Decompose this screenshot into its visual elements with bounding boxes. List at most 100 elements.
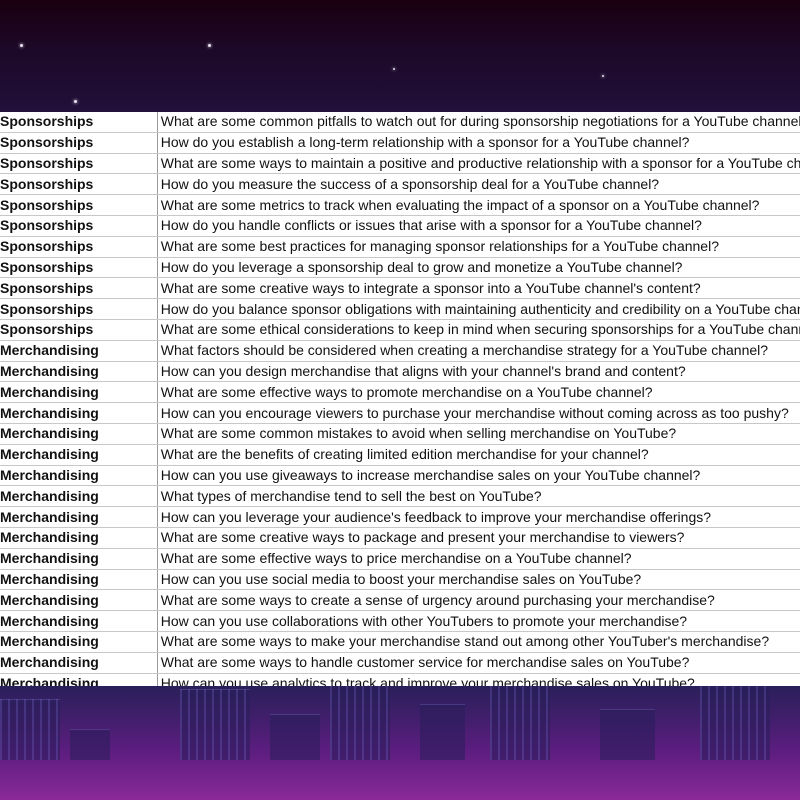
building-silhouette [420, 704, 465, 760]
building-silhouette [70, 729, 110, 760]
question-cell[interactable]: What are some common pitfalls to watch o… [157, 112, 800, 133]
question-cell[interactable]: What are the benefits of creating limite… [157, 444, 800, 466]
category-cell[interactable]: Sponsorships [0, 112, 158, 133]
question-cell[interactable]: What are some metrics to track when eval… [157, 194, 800, 216]
category-cell[interactable]: Sponsorships [0, 257, 158, 279]
table-row: Merchandising What are some common mistak… [0, 423, 800, 445]
building-silhouette [700, 686, 770, 760]
table-row: Sponsorships What are some common pitfall… [0, 112, 800, 133]
category-cell[interactable]: Merchandising [0, 506, 158, 528]
category-cell[interactable]: Merchandising [0, 485, 158, 508]
category-cell[interactable]: Sponsorships [0, 215, 158, 237]
table-row: Merchandising What are some ways to make … [0, 631, 800, 653]
question-cell[interactable]: What are some creative ways to package a… [157, 527, 800, 549]
table-row: Merchandising How can you use analytics t… [0, 673, 800, 686]
category-cell[interactable]: Sponsorships [0, 173, 158, 196]
question-cell[interactable]: What are some ways to make your merchand… [157, 631, 800, 653]
question-cell[interactable]: What are some ways to maintain a positiv… [157, 153, 800, 175]
table-row: Sponsorships What are some ethical consid… [0, 319, 800, 341]
table-row: Merchandising What are some ways to creat… [0, 589, 800, 612]
question-cell[interactable]: How can you use social media to boost yo… [157, 569, 800, 591]
table-row: Merchandising What factors should be cons… [0, 340, 800, 362]
category-cell[interactable]: Merchandising [0, 444, 158, 466]
category-cell[interactable]: Merchandising [0, 631, 158, 653]
question-cell[interactable]: How can you use collaborations with othe… [157, 610, 800, 632]
table-row: Sponsorships How do you handle conflicts … [0, 215, 800, 237]
table-row: Merchandising How can you design merchand… [0, 361, 800, 383]
table-row: Sponsorships What are some metrics to tra… [0, 194, 800, 216]
question-cell[interactable]: How can you use analytics to track and i… [157, 673, 800, 686]
category-cell[interactable]: Merchandising [0, 381, 158, 404]
spreadsheet-grid[interactable]: Sponsorships What are some common pitfall… [0, 112, 800, 686]
question-cell[interactable]: What are some creative ways to integrate… [157, 277, 800, 300]
question-cell[interactable]: What are some effective ways to price me… [157, 548, 800, 570]
category-cell[interactable]: Sponsorships [0, 132, 158, 154]
category-cell[interactable]: Sponsorships [0, 236, 158, 258]
table-row: Merchandising What are the benefits of cr… [0, 444, 800, 466]
star-icon [74, 100, 77, 103]
table-row: Sponsorships How do you leverage a sponso… [0, 257, 800, 279]
table-row: Sponsorships What are some ways to mainta… [0, 153, 800, 175]
table-row: Sponsorships How do you establish a long-… [0, 132, 800, 154]
category-cell[interactable]: Sponsorships [0, 194, 158, 216]
building-silhouette [600, 709, 655, 760]
building-silhouette [330, 686, 390, 760]
category-cell[interactable]: Merchandising [0, 548, 158, 570]
table-row: Sponsorships What are some best practices… [0, 236, 800, 258]
table-row: Merchandising How can you leverage your a… [0, 506, 800, 528]
question-cell[interactable]: How can you use giveaways to increase me… [157, 465, 800, 487]
category-cell[interactable]: Sponsorships [0, 319, 158, 341]
question-cell[interactable]: How can you leverage your audience's fee… [157, 506, 800, 528]
category-cell[interactable]: Merchandising [0, 465, 158, 487]
category-cell[interactable]: Merchandising [0, 569, 158, 591]
question-cell[interactable]: What are some common mistakes to avoid w… [157, 423, 800, 445]
table-row: Merchandising How can you use social medi… [0, 569, 800, 591]
star-icon [208, 44, 211, 47]
star-icon [602, 75, 604, 77]
building-silhouette [270, 714, 320, 760]
table-row: Sponsorships How do you measure the succe… [0, 173, 800, 196]
category-cell[interactable]: Sponsorships [0, 298, 158, 320]
category-cell[interactable]: Merchandising [0, 423, 158, 445]
table-row: Sponsorships How do you balance sponsor o… [0, 298, 800, 320]
building-silhouette [0, 699, 60, 760]
question-cell[interactable]: How do you measure the success of a spon… [157, 173, 800, 196]
question-cell[interactable]: How can you encourage viewers to purchas… [157, 402, 800, 424]
night-sky-background [0, 0, 800, 112]
table-row: Merchandising What are some creative ways… [0, 527, 800, 549]
table-row: Merchandising What types of merchandise t… [0, 485, 800, 508]
question-cell[interactable]: How do you handle conflicts or issues th… [157, 215, 800, 237]
table-row: Merchandising What are some ways to handl… [0, 652, 800, 674]
category-cell[interactable]: Merchandising [0, 673, 158, 686]
category-cell[interactable]: Merchandising [0, 652, 158, 674]
table-row: Sponsorships What are some creative ways … [0, 277, 800, 300]
question-cell[interactable]: How can you design merchandise that alig… [157, 361, 800, 383]
category-cell[interactable]: Merchandising [0, 361, 158, 383]
category-cell[interactable]: Merchandising [0, 527, 158, 549]
question-cell[interactable]: What types of merchandise tend to sell t… [157, 485, 800, 508]
star-icon [20, 44, 23, 47]
question-cell[interactable]: What factors should be considered when c… [157, 340, 800, 362]
category-cell[interactable]: Merchandising [0, 589, 158, 612]
question-cell[interactable]: How do you balance sponsor obligations w… [157, 298, 800, 320]
building-silhouette [180, 689, 250, 760]
question-cell[interactable]: How do you leverage a sponsorship deal t… [157, 257, 800, 279]
building-silhouette [490, 686, 550, 760]
question-cell[interactable]: What are some ways to handle customer se… [157, 652, 800, 674]
question-cell[interactable]: What are some best practices for managin… [157, 236, 800, 258]
question-cell[interactable]: How do you establish a long-term relatio… [157, 132, 800, 154]
table-row: Merchandising How can you use collaborati… [0, 610, 800, 632]
question-cell[interactable]: What are some ways to create a sense of … [157, 589, 800, 612]
spreadsheet-rows: Sponsorships What are some common pitfall… [0, 112, 800, 686]
table-row: Merchandising What are some effective way… [0, 548, 800, 570]
category-cell[interactable]: Merchandising [0, 402, 158, 424]
category-cell[interactable]: Merchandising [0, 610, 158, 632]
table-row: Merchandising How can you use giveaways t… [0, 465, 800, 487]
question-cell[interactable]: What are some effective ways to promote … [157, 381, 800, 404]
question-cell[interactable]: What are some ethical considerations to … [157, 319, 800, 341]
category-cell[interactable]: Sponsorships [0, 277, 158, 300]
category-cell[interactable]: Merchandising [0, 340, 158, 362]
category-cell[interactable]: Sponsorships [0, 153, 158, 175]
table-row: Merchandising What are some effective way… [0, 381, 800, 404]
city-skyline-background [0, 686, 800, 800]
